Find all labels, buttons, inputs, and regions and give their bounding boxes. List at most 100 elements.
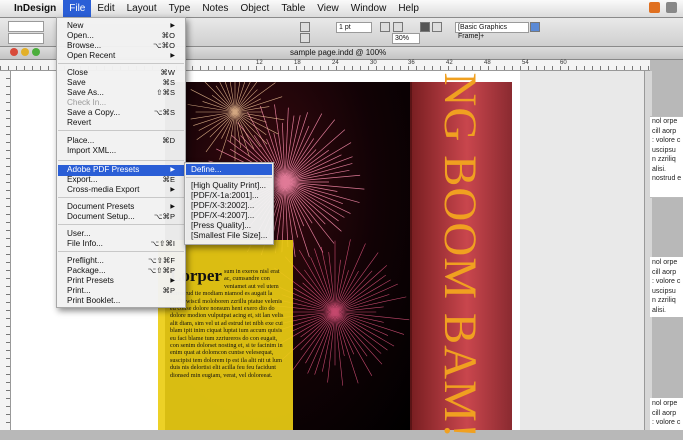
- file-menu-item-adobe-pdf-presets[interactable]: Adobe PDF Presets ▶: [67, 165, 179, 175]
- menu-shortcut: ⌥⇧⌘I: [150, 239, 175, 248]
- text-line: uscipsu: [652, 146, 676, 154]
- file-menu-item-package[interactable]: Package... ⌥⇧⌘P: [67, 266, 179, 276]
- stroke-icon[interactable]: [393, 22, 403, 32]
- menu-item-label: User...: [67, 229, 91, 238]
- firework-streak: [196, 111, 236, 141]
- status-icon[interactable]: [649, 2, 660, 13]
- ruler-number: 18: [294, 60, 301, 66]
- close-window-button[interactable]: [10, 48, 18, 56]
- menu-separator: [58, 130, 184, 131]
- file-menu-item-open-recent[interactable]: Open Recent ▶: [67, 51, 179, 61]
- file-menu-item-save-a-copy[interactable]: Save a Copy... ⌥⌘S: [67, 108, 179, 118]
- pasteboard: [520, 71, 649, 430]
- file-menu-item-preflight[interactable]: Preflight... ⌥⇧⌘F: [67, 256, 179, 266]
- pdf-preset-item-pdf-x-4-2007[interactable]: [PDF/X-4:2007]...: [191, 211, 271, 221]
- body-text-frame[interactable]: Lorper sum in exeros nisl erat ac, cumsan…: [170, 268, 286, 428]
- file-menu-item-user[interactable]: User...: [67, 229, 179, 239]
- menu-separator: [186, 177, 272, 178]
- menu-file[interactable]: File: [63, 0, 92, 17]
- zoom-window-button[interactable]: [32, 48, 40, 56]
- text-wrap-icon[interactable]: [420, 22, 430, 32]
- fill-icon[interactable]: [380, 22, 390, 32]
- stroke-weight-field[interactable]: 1 pt: [336, 22, 372, 33]
- file-menu-item-document-presets[interactable]: Document Presets ▶: [67, 202, 179, 212]
- pdf-preset-item-pdf-x-1a-2001[interactable]: [PDF/X-1a:2001]...: [191, 191, 271, 201]
- app-menu[interactable]: InDesign: [0, 3, 63, 14]
- shear-icon[interactable]: [300, 33, 310, 43]
- ruler-number: 54: [522, 60, 529, 66]
- file-menu-item-close[interactable]: Close ⌘W: [67, 68, 179, 78]
- document-title: sample page.indd @ 100%: [290, 48, 387, 57]
- ruler-number: 60: [560, 60, 567, 66]
- firework-streak: [219, 111, 236, 160]
- submenu-arrow-icon: ▶: [170, 278, 175, 284]
- adjacent-frame-text: nol orpe cill aorp : volore c uscipsu n …: [652, 258, 683, 315]
- menu-shortcut: ⌥⌘O: [153, 41, 175, 50]
- submenu-arrow-icon: ▶: [170, 167, 175, 173]
- menu-item-label: Document Setup...: [67, 212, 135, 221]
- file-menu-item-place[interactable]: Place... ⌘D: [67, 136, 179, 146]
- adjacent-frame-text: nol orpe cill aorp : volore c: [652, 399, 683, 428]
- opacity-field[interactable]: 30%: [392, 33, 420, 44]
- menu-object[interactable]: Object: [234, 0, 275, 17]
- menu-help[interactable]: Help: [392, 0, 425, 17]
- firework-streak: [193, 111, 236, 126]
- frame-fit-icon[interactable]: [432, 22, 442, 32]
- menu-window[interactable]: Window: [345, 0, 393, 17]
- object-style-dropdown[interactable]: [Basic Graphics Frame]+: [455, 22, 529, 40]
- ruler-number: 48: [484, 60, 491, 66]
- minimize-window-button[interactable]: [21, 48, 29, 56]
- file-menu-item-print-presets[interactable]: Print Presets ▶: [67, 276, 179, 286]
- firework-streak: [284, 113, 323, 183]
- menu-notes[interactable]: Notes: [196, 0, 234, 17]
- submenu-arrow-icon: ▶: [170, 23, 175, 29]
- pdf-preset-item-pdf-x-3-2002[interactable]: [PDF/X-3:2002]...: [191, 201, 271, 211]
- style-options-icon[interactable]: [530, 22, 540, 32]
- submenu-arrow-icon: ▶: [170, 53, 175, 59]
- firework-streak: [284, 129, 346, 183]
- menu-shortcut: ⌘D: [162, 136, 175, 145]
- file-menu-item-export[interactable]: Export... ⌘E: [67, 175, 179, 185]
- file-menu-item-browse[interactable]: Browse... ⌥⌘O: [67, 41, 179, 51]
- file-menu-item-cross-media-export[interactable]: Cross-media Export ▶: [67, 185, 179, 195]
- file-menu-item-file-info[interactable]: File Info... ⌥⇧⌘I: [67, 239, 179, 249]
- file-menu-item-save[interactable]: Save ⌘S: [67, 78, 179, 88]
- file-menu-item-document-setup[interactable]: Document Setup... ⌥⌘P: [67, 212, 179, 222]
- file-menu-item-revert[interactable]: Revert: [67, 118, 179, 128]
- file-menu-item-print-booklet[interactable]: Print Booklet...: [67, 296, 179, 306]
- file-menu-item-new[interactable]: New ▶: [67, 21, 179, 31]
- pdf-presets-submenu: Define... [High Quality Print]... [PDF/X-1…: [184, 162, 274, 245]
- menu-separator: [58, 197, 184, 198]
- menu-layout[interactable]: Layout: [121, 0, 163, 17]
- rotate-icon[interactable]: [300, 22, 310, 32]
- x-position-field[interactable]: [8, 21, 44, 32]
- menu-type[interactable]: Type: [163, 0, 197, 17]
- menu-item-label: Preflight...: [67, 256, 104, 265]
- headline-frame: NG BOOM BAM!: [410, 72, 510, 439]
- menu-shortcut: ⌘O: [161, 31, 175, 40]
- file-menu-item-import-xml[interactable]: Import XML...: [67, 146, 179, 156]
- vertical-ruler[interactable]: [0, 71, 11, 430]
- menu-view[interactable]: View: [311, 0, 345, 17]
- menu-extra-icon[interactable]: [666, 2, 677, 13]
- menu-item-label: File Info...: [67, 239, 103, 248]
- menu-table[interactable]: Table: [275, 0, 311, 17]
- pdf-preset-item-define[interactable]: Define...: [191, 165, 271, 175]
- text-line: nol orpe: [652, 259, 678, 266]
- pdf-preset-item-smallest-file-size[interactable]: [Smallest File Size]...: [191, 231, 271, 241]
- file-menu-dropdown: New ▶ Open... ⌘O Browse... ⌥⌘O Open Recent ▶ Clo…: [56, 17, 186, 308]
- file-menu-item-open[interactable]: Open... ⌘O: [67, 31, 179, 41]
- menu-shortcut: ⌥⇧⌘P: [147, 266, 175, 275]
- menu-item-label: Revert: [67, 118, 92, 127]
- pdf-preset-item-high-quality-print[interactable]: [High Quality Print]...: [191, 181, 271, 191]
- pdf-preset-item-press-quality[interactable]: [Press Quality]...: [191, 221, 271, 231]
- firework-streak: [334, 311, 389, 336]
- menu-edit[interactable]: Edit: [91, 0, 120, 17]
- y-position-field[interactable]: [8, 33, 44, 44]
- file-menu-item-print[interactable]: Print... ⌘P: [67, 286, 179, 296]
- menu-item-label: Save a Copy...: [67, 108, 121, 117]
- file-menu-item-save-as[interactable]: Save As... ⇧⌘S: [67, 88, 179, 98]
- firework-streak: [334, 243, 366, 313]
- firework-streak: [284, 112, 308, 183]
- menu-bar: InDesign File Edit Layout Type Notes Obj…: [0, 0, 683, 18]
